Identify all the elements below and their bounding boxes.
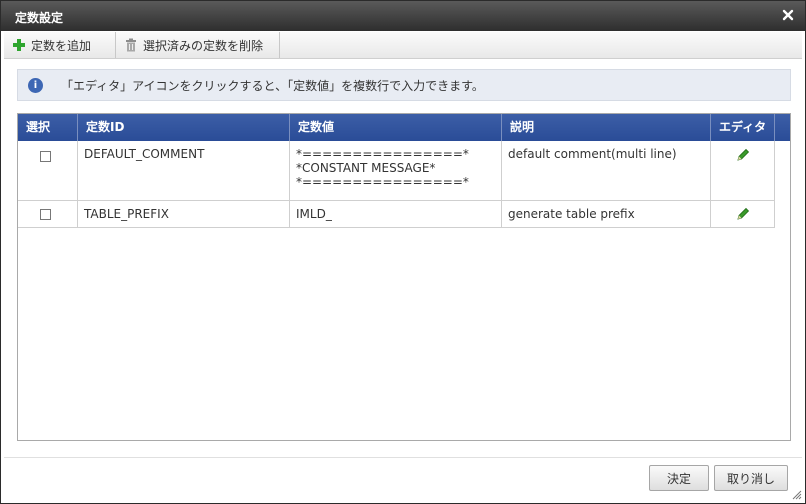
- column-header-id[interactable]: 定数ID: [78, 114, 290, 141]
- footer-divider: [4, 457, 802, 458]
- constants-grid: 選択 定数ID 定数値 説明 エディタ DEFAULT_COMMENT *===…: [17, 113, 791, 441]
- select-cell: [18, 201, 78, 227]
- info-icon: i: [28, 77, 43, 93]
- description-cell: default comment(multi line): [502, 141, 711, 200]
- column-header-description[interactable]: 説明: [502, 114, 711, 141]
- delete-selected-label: 選択済みの定数を削除: [143, 38, 264, 53]
- constant-settings-dialog: 定数設定 定数を追加 選択済みの定数を削除 i 「エディタ」アイコンをクリックす…: [0, 0, 806, 504]
- cancel-button[interactable]: 取り消し: [714, 465, 788, 491]
- info-message: 「エディタ」アイコンをクリックすると、「定数値」を複数行で入力できます。: [61, 78, 484, 93]
- delete-selected-button[interactable]: 選択済みの定数を削除: [116, 32, 280, 58]
- toolbar: 定数を追加 選択済みの定数を削除: [4, 32, 802, 59]
- dialog-titlebar[interactable]: 定数設定: [1, 1, 805, 31]
- pencil-icon[interactable]: [735, 147, 751, 163]
- constant-value-cell: *================* *CONSTANT MESSAGE* *=…: [290, 141, 502, 200]
- column-header-editor[interactable]: エディタ: [711, 114, 775, 141]
- pencil-icon[interactable]: [735, 206, 751, 222]
- constant-value-cell: IMLD_: [290, 201, 502, 227]
- dialog-title: 定数設定: [15, 11, 64, 25]
- column-header-select[interactable]: 選択: [18, 114, 78, 141]
- add-constant-label: 定数を追加: [31, 38, 92, 53]
- select-cell: [18, 141, 78, 200]
- close-icon[interactable]: [780, 7, 796, 23]
- resize-grip-icon[interactable]: [792, 490, 802, 500]
- constant-id-cell: TABLE_PREFIX: [78, 201, 290, 227]
- editor-cell: [711, 141, 775, 200]
- row-checkbox[interactable]: [40, 209, 51, 220]
- row-checkbox[interactable]: [40, 151, 51, 162]
- description-cell: generate table prefix: [502, 201, 711, 227]
- table-row: DEFAULT_COMMENT *================* *CONS…: [18, 141, 775, 201]
- info-banner: i 「エディタ」アイコンをクリックすると、「定数値」を複数行で入力できます。: [17, 69, 791, 101]
- add-constant-button[interactable]: 定数を追加: [4, 32, 116, 58]
- trash-icon: [126, 38, 136, 52]
- table-row: TABLE_PREFIX IMLD_ generate table prefix: [18, 201, 775, 228]
- ok-button[interactable]: 決定: [649, 465, 709, 491]
- plus-icon: [13, 39, 25, 51]
- grid-header: 選択 定数ID 定数値 説明 エディタ: [18, 114, 790, 141]
- editor-cell: [711, 201, 775, 227]
- constant-id-cell: DEFAULT_COMMENT: [78, 141, 290, 200]
- column-header-value[interactable]: 定数値: [290, 114, 502, 141]
